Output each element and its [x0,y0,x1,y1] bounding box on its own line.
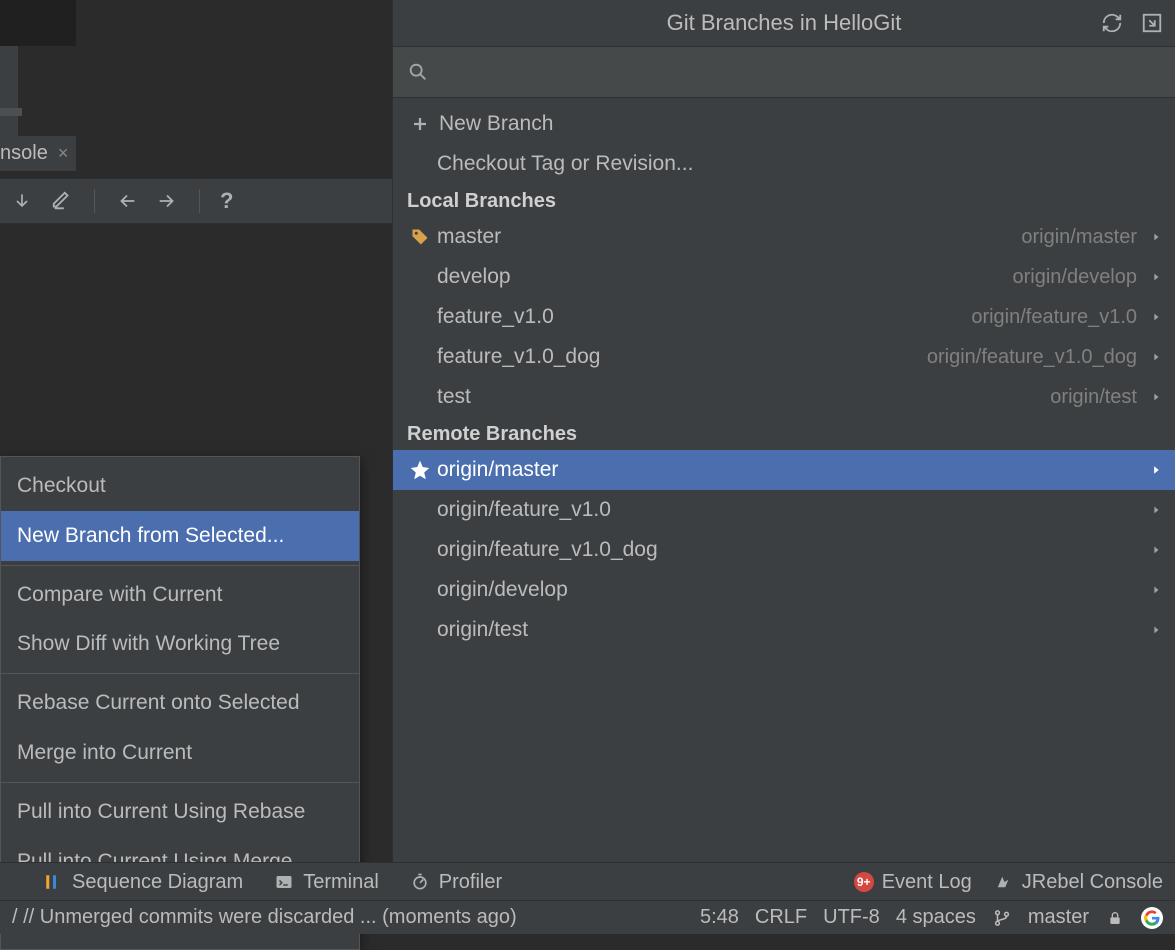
branch-name: develop [437,265,511,289]
chevron-right-icon [1145,270,1161,284]
checkout-tag-action[interactable]: Checkout Tag or Revision... [393,144,1175,184]
chevron-right-icon [1145,543,1161,557]
local-branch-row[interactable]: master origin/master [393,217,1175,257]
terminal-icon [273,871,295,893]
lock-icon[interactable] [1105,908,1125,928]
menu-separator [1,782,359,783]
local-branch-row[interactable]: develop origin/develop [393,257,1175,297]
new-branch-action[interactable]: New Branch [393,104,1175,144]
panel-title: Git Branches in HelloGit [667,10,902,36]
context-menu-item[interactable]: New Branch from Selected... [1,511,359,561]
status-encoding[interactable]: UTF-8 [823,906,880,929]
branch-name: origin/feature_v1.0 [437,498,611,522]
branch-name: origin/master [437,458,558,482]
remote-branch-row[interactable]: origin/develop [393,570,1175,610]
status-branch[interactable]: master [1028,906,1089,929]
status-line-ending[interactable]: CRLF [755,906,807,929]
chevron-right-icon [1145,310,1161,324]
editor-tab-label: nsole [0,142,48,165]
profiler-label: Profiler [439,871,502,894]
git-branch-icon[interactable] [992,908,1012,928]
arrow-right-icon[interactable] [155,189,179,213]
branch-name: origin/test [437,618,528,642]
sequence-diagram-icon [42,871,64,893]
chevron-right-icon [1145,503,1161,517]
sequence-diagram-label: Sequence Diagram [72,871,243,894]
remote-branch-row[interactable]: origin/feature_v1.0 [393,490,1175,530]
remote-branch-row[interactable]: origin/master [393,450,1175,490]
console-toolbar: ? [0,178,402,224]
checkout-tag-label: Checkout Tag or Revision... [437,152,693,176]
tracking-branch: origin/develop [1012,266,1137,289]
star-icon [407,460,433,480]
editor-tab[interactable]: nsole × [0,136,76,171]
branch-name: origin/feature_v1.0_dog [437,538,658,562]
context-menu-item[interactable]: Rebase Current onto Selected [1,678,359,728]
tracking-branch: origin/feature_v1.0_dog [927,346,1137,369]
branch-search-row[interactable] [393,47,1175,98]
jrebel-console-tool[interactable]: JRebel Console [992,871,1163,894]
chevron-right-icon [1145,463,1161,477]
branch-name: feature_v1.0_dog [437,345,600,369]
status-indent[interactable]: 4 spaces [896,906,976,929]
chevron-right-icon [1145,230,1161,244]
google-icon[interactable] [1141,907,1163,929]
event-log-label: Event Log [882,871,972,894]
profiler-tool[interactable]: Profiler [409,871,502,894]
new-branch-label: New Branch [439,112,553,136]
tracking-branch: origin/test [1050,386,1137,409]
status-line-col[interactable]: 5:48 [700,906,739,929]
terminal-tool[interactable]: Terminal [273,871,379,894]
profiler-icon [409,871,431,893]
jrebel-icon [992,871,1014,893]
chevron-right-icon [1145,350,1161,364]
branch-name: origin/develop [437,578,568,602]
context-menu-item[interactable]: Merge into Current [1,728,359,778]
arrow-left-icon[interactable] [115,189,139,213]
local-branch-row[interactable]: feature_v1.0 origin/feature_v1.0 [393,297,1175,337]
branch-name: master [437,225,501,249]
tool-window-bar: Sequence Diagram Terminal Profiler 9+ Ev… [0,862,1175,901]
chevron-right-icon [1145,390,1161,404]
panel-body: New Branch Checkout Tag or Revision... L… [393,98,1175,650]
terminal-label: Terminal [303,871,379,894]
context-menu-item[interactable]: Pull into Current Using Rebase [1,787,359,837]
plus-icon [407,115,433,133]
local-branches-header: Local Branches [393,184,1175,217]
branch-name: feature_v1.0 [437,305,554,329]
local-branch-row[interactable]: feature_v1.0_dog origin/feature_v1.0_dog [393,337,1175,377]
tracking-branch: origin/master [1021,226,1137,249]
close-icon[interactable]: × [58,143,69,164]
refresh-icon[interactable] [1099,10,1125,36]
sequence-diagram-tool[interactable]: Sequence Diagram [42,871,243,894]
status-message: / // Unmerged commits were discarded ...… [12,906,700,929]
remote-branches-header: Remote Branches [393,417,1175,450]
event-log-tool[interactable]: 9+ Event Log [854,871,972,894]
git-branches-panel: Git Branches in HelloGit New Branch Chec… [392,0,1175,862]
branch-name: test [437,385,471,409]
jrebel-console-label: JRebel Console [1022,871,1163,894]
highlight-icon[interactable] [50,189,74,213]
chevron-right-icon [1145,583,1161,597]
tracking-branch: origin/feature_v1.0 [971,306,1137,329]
menu-separator [1,673,359,674]
help-icon[interactable]: ? [220,188,233,214]
chevron-right-icon [1145,623,1161,637]
context-menu-item[interactable]: Show Diff with Working Tree [1,619,359,669]
event-count-badge: 9+ [854,872,874,892]
arrow-down-icon[interactable] [10,189,34,213]
remote-branch-row[interactable]: origin/feature_v1.0_dog [393,530,1175,570]
panel-titlebar: Git Branches in HelloGit [393,0,1175,47]
expand-icon[interactable] [1139,10,1165,36]
menu-separator [1,565,359,566]
status-bar: / // Unmerged commits were discarded ...… [0,900,1175,934]
context-menu-item[interactable]: Compare with Current [1,570,359,620]
tag-icon [407,227,433,247]
context-menu-item[interactable]: Checkout [1,461,359,511]
remote-branch-row[interactable]: origin/test [393,610,1175,650]
local-branch-row[interactable]: test origin/test [393,377,1175,417]
